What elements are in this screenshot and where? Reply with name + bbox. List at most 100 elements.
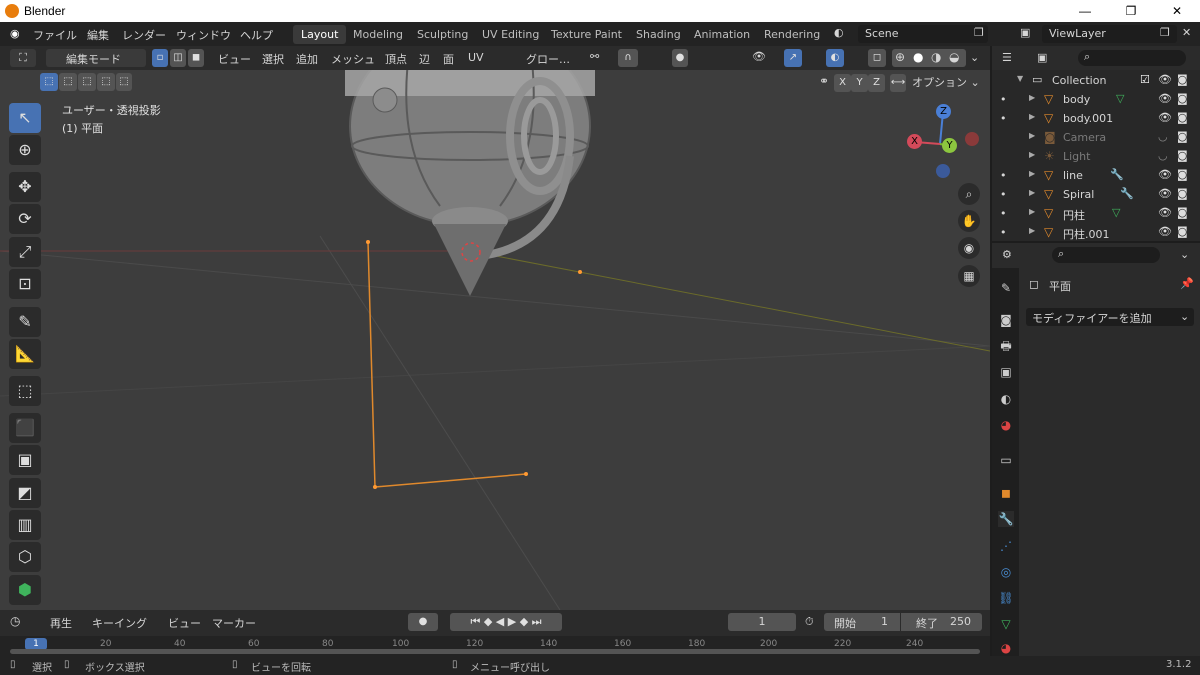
navigation-gizmo[interactable]: Z X Y <box>905 104 985 184</box>
menu-window[interactable]: ウィンドウ <box>176 27 231 43</box>
menu-edge[interactable]: 辺 <box>419 51 430 67</box>
current-frame-field[interactable]: 1 <box>728 613 796 631</box>
camera-icon[interactable]: ◙ <box>1177 92 1188 105</box>
camera-icon[interactable]: ◙ <box>1177 168 1188 181</box>
mirror-x[interactable]: X <box>834 74 851 92</box>
tab-animation[interactable]: Animation <box>686 25 758 44</box>
menu-face[interactable]: 面 <box>443 51 454 67</box>
timeline-scrollbar[interactable] <box>10 649 980 654</box>
proportional-edit-icon[interactable]: ● <box>672 49 688 67</box>
outliner-item[interactable]: • ▶ ▽ 円柱.001 👁 ◙ <box>992 223 1200 242</box>
select-new-icon[interactable]: ⬚ <box>40 73 58 91</box>
add-modifier-button[interactable]: モディファイアーを追加 ⌄ <box>1026 308 1194 326</box>
menu-mesh[interactable]: メッシュ <box>331 51 375 67</box>
gizmo-x[interactable]: X <box>907 134 922 149</box>
options-dropdown[interactable]: オプション ⌄ <box>912 74 984 92</box>
start-frame-field[interactable]: 開始 1 <box>824 613 900 631</box>
camera-icon[interactable]: ◙ <box>1177 73 1188 86</box>
end-frame-field[interactable]: 終了 250 <box>901 613 982 631</box>
eye-icon[interactable]: 👁 <box>1158 73 1172 86</box>
gizmo-y[interactable]: Y <box>942 138 957 153</box>
menu-help[interactable]: ヘルプ <box>240 27 273 43</box>
material-shading-icon[interactable]: ◑ <box>931 50 941 64</box>
stopwatch-icon[interactable]: ⏱ <box>805 615 814 629</box>
tab-texture-paint[interactable]: Texture Paint <box>543 25 630 44</box>
camera-icon[interactable]: ◙ <box>1177 206 1188 219</box>
expand-icon[interactable]: ▶ <box>1029 188 1035 197</box>
visibility-icon[interactable]: 👁 <box>752 50 766 63</box>
camera-icon[interactable]: ◙ <box>1177 111 1188 124</box>
camera-view-icon[interactable]: ◉ <box>958 237 980 259</box>
viewlayer-remove-icon[interactable]: ✕ <box>1182 26 1191 39</box>
outliner-editor-icon[interactable]: ☰ <box>1002 51 1012 64</box>
outliner-item[interactable]: • ▶ ▽ 円柱 ▽ 👁 ◙ <box>992 204 1200 223</box>
mirror-icon[interactable]: ⚭ <box>815 74 833 92</box>
eye-icon[interactable]: 👁 <box>1158 111 1172 124</box>
viewlayer-selector[interactable]: ViewLayer <box>1042 25 1177 43</box>
transform-tool-icon[interactable]: ⊡ <box>9 269 41 299</box>
properties-search-input[interactable]: ⌕ <box>1052 247 1160 263</box>
wireframe-shading-icon[interactable]: ⊕ <box>895 50 905 64</box>
pan-hand-icon[interactable]: ✋ <box>958 210 980 232</box>
scene-selector[interactable]: Scene <box>858 25 988 43</box>
topology-mirror-icon[interactable]: ⟷ <box>890 74 906 92</box>
expand-icon[interactable]: ▶ <box>1029 150 1035 159</box>
poly-build-tool-icon[interactable]: ⬢ <box>9 575 41 605</box>
eye-icon[interactable]: 👁 <box>1158 92 1172 105</box>
tab-rendering[interactable]: Rendering <box>756 25 828 44</box>
minimize-button[interactable]: — <box>1062 0 1108 22</box>
snap-icon[interactable]: ∩ <box>618 49 638 67</box>
select-tool-icon[interactable]: ↖ <box>9 103 41 133</box>
frame-ruler[interactable]: 1 20 40 60 80 100 120 140 160 180 200 22… <box>0 636 990 656</box>
shading-dropdown-icon[interactable]: ⌄ <box>970 51 979 64</box>
expand-icon[interactable]: ▶ <box>1029 93 1035 102</box>
expand-icon[interactable]: ▶ <box>1029 169 1035 178</box>
eye-icon[interactable]: 👁 <box>1158 206 1172 219</box>
object-tab-icon[interactable]: ◼ <box>998 485 1014 501</box>
close-button[interactable]: ✕ <box>1154 0 1200 22</box>
collection-tab-icon[interactable]: ▭ <box>998 452 1014 468</box>
menu-view[interactable]: ビュー <box>218 51 251 67</box>
tab-uv-editing[interactable]: UV Editing <box>474 25 547 44</box>
menu-file[interactable]: ファイル <box>33 27 77 43</box>
collection-row[interactable]: ▼ ▭ Collection ☑ 👁 ◙ <box>992 71 1200 90</box>
viewlayer-icon[interactable]: ▣ <box>1020 26 1030 39</box>
timeline-view-menu[interactable]: ビュー <box>168 615 201 631</box>
expand-icon[interactable]: ▶ <box>1029 226 1035 235</box>
editor-type-icon[interactable]: ⛶ <box>10 49 36 67</box>
mode-selector[interactable]: 編集モード <box>46 49 146 67</box>
expand-icon[interactable]: ▼ <box>1017 74 1023 83</box>
scene-icon[interactable]: ◐ <box>834 26 844 39</box>
expand-icon[interactable]: ▶ <box>1029 112 1035 121</box>
overlay-toggle-icon[interactable]: ◐ <box>826 49 844 67</box>
render-shading-icon[interactable]: ◒ <box>949 50 959 64</box>
ortho-grid-icon[interactable]: ▦ <box>958 265 980 287</box>
eye-icon[interactable]: 👁 <box>1158 225 1172 238</box>
view-layer-tab-icon[interactable]: ▣ <box>998 364 1014 380</box>
pivot-icon[interactable]: ⚯ <box>590 50 599 63</box>
physics-tab-icon[interactable]: ◎ <box>998 564 1014 580</box>
blender-menu-icon[interactable]: ◉ <box>10 27 20 40</box>
world-tab-icon[interactable]: ◕ <box>998 417 1014 433</box>
cursor-tool-icon[interactable]: ⊕ <box>9 135 41 165</box>
outliner-item[interactable]: • ▶ ▽ Spiral 🔧 👁 ◙ <box>992 185 1200 204</box>
timeline-editor-icon[interactable]: ◷ <box>10 614 20 628</box>
face-select-icon[interactable]: ◼ <box>188 49 204 67</box>
extrude-tool-icon[interactable]: ⬛ <box>9 413 41 443</box>
select-invert-icon[interactable]: ⬚ <box>97 73 115 91</box>
annotate-tool-icon[interactable]: ✎ <box>9 307 41 337</box>
inset-tool-icon[interactable]: ▣ <box>9 445 41 475</box>
pin-icon[interactable]: 📌 <box>1180 277 1194 290</box>
menu-vertex[interactable]: 頂点 <box>385 51 407 67</box>
menu-select[interactable]: 選択 <box>262 51 284 67</box>
transform-orientation[interactable]: グロー… <box>506 49 582 67</box>
maximize-button[interactable]: ❐ <box>1108 0 1154 22</box>
viewlayer-new-icon[interactable]: ❐ <box>1160 26 1170 39</box>
add-cube-tool-icon[interactable]: ⬚ <box>9 376 41 406</box>
menu-edit[interactable]: 編集 <box>87 27 109 43</box>
data-tab-icon[interactable]: ▽ <box>998 616 1014 632</box>
modifier-tab-icon[interactable]: 🔧 <box>998 511 1014 527</box>
playback-menu[interactable]: 再生 <box>50 615 72 631</box>
outliner-item[interactable]: ▶ ☀ Light ◡ ◙ <box>992 147 1200 166</box>
display-mode-icon[interactable]: ▣ <box>1037 51 1047 64</box>
